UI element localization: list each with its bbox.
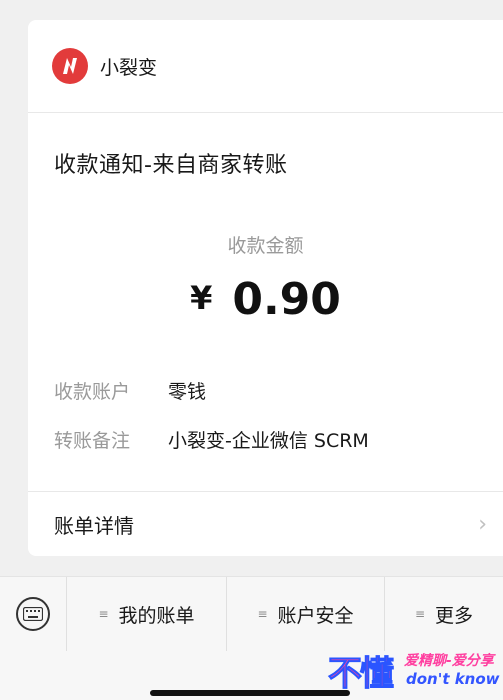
detail-key: 收款账户 <box>54 381 131 403</box>
detail-value: 零钱 <box>168 381 207 403</box>
menu-my-bills[interactable]: ≡ 我的账单 <box>66 577 226 651</box>
app-name: 小裂变 <box>100 56 158 79</box>
notice-title: 收款通知-来自商家转账 <box>54 153 288 178</box>
card-header[interactable]: 小裂变 <box>28 20 503 113</box>
watermark-big-text: 不懂 <box>328 654 395 695</box>
currency-symbol: ¥ <box>190 279 213 317</box>
watermark-line2: don't know <box>406 670 500 688</box>
menu-account-security[interactable]: ≡ 账户安全 <box>226 577 384 651</box>
watermark-line1: 爱精聊-爱分享 <box>404 653 494 669</box>
detail-value: 小裂变-企业微信 SCRM <box>168 430 369 452</box>
menu-list-icon: ≡ <box>257 607 268 621</box>
amount-value: ¥0.90 <box>28 274 503 325</box>
bill-detail-link[interactable]: 账单详情 › <box>54 492 487 556</box>
menu-label: 我的账单 <box>118 604 195 627</box>
keyboard-icon[interactable] <box>16 597 50 631</box>
detail-row-remark: 转账备注 小裂变-企业微信 SCRM <box>54 426 369 453</box>
menu-list-icon: ≡ <box>98 607 109 621</box>
detail-key: 转账备注 <box>54 430 131 452</box>
lightning-n-logo-icon <box>52 48 88 84</box>
home-indicator[interactable] <box>150 690 350 696</box>
amount-label: 收款金额 <box>227 235 304 257</box>
chevron-right-icon: › <box>478 511 487 537</box>
bill-detail-label: 账单详情 <box>54 513 134 538</box>
notification-card: 小裂变 收款通知-来自商家转账 收款金额 ¥0.90 收款账户 零钱 转账备注 … <box>28 20 503 556</box>
watermark-logo: 不懂 爱精聊-爱分享 don't know <box>328 646 503 700</box>
menu-label: 更多 <box>435 604 474 627</box>
menu-list-icon: ≡ <box>414 607 426 621</box>
menu-more[interactable]: ≡ 更多 <box>384 577 503 651</box>
amount-number: 0.90 <box>232 274 341 325</box>
menu-label: 账户安全 <box>277 604 354 627</box>
detail-row-account: 收款账户 零钱 <box>54 377 206 404</box>
